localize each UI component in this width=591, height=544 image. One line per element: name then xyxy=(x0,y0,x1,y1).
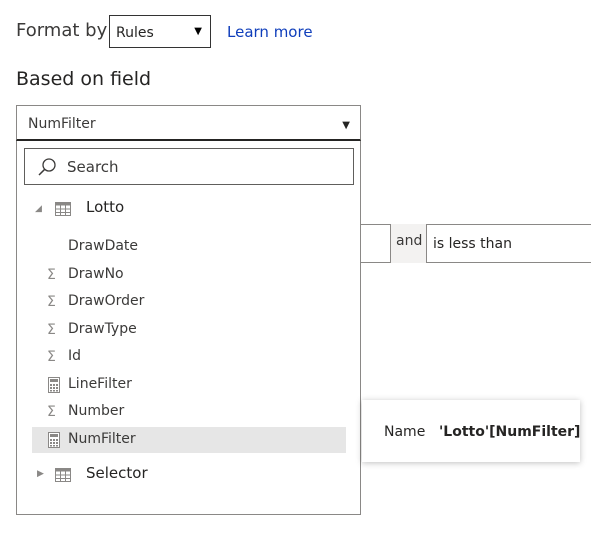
sigma-icon: Σ xyxy=(47,322,56,338)
search-input[interactable] xyxy=(67,156,337,178)
table-icon xyxy=(55,202,71,216)
field-item-id[interactable]: Σ Id xyxy=(32,344,346,370)
field-select[interactable]: NumFilter ▼ xyxy=(16,105,361,141)
calculator-icon xyxy=(48,432,60,448)
field-item-label: NumFilter xyxy=(68,431,136,447)
sigma-icon: Σ xyxy=(47,404,56,420)
rule-condition-value: is less than xyxy=(433,236,512,252)
based-on-field-title: Based on field xyxy=(16,68,152,90)
field-item-label: Number xyxy=(68,403,125,419)
format-by-select[interactable]: Rules ▼ xyxy=(109,15,211,48)
format-by-label: Format by xyxy=(16,20,108,41)
field-item-numfilter[interactable]: NumFilter xyxy=(32,427,346,453)
field-item-label: DrawDate xyxy=(68,238,139,254)
rule-condition-select[interactable]: is less than xyxy=(426,224,591,263)
field-item-linefilter[interactable]: LineFilter xyxy=(32,372,346,398)
field-item-label: DrawNo xyxy=(68,266,124,282)
field-item-label: DrawType xyxy=(68,321,137,337)
search-icon xyxy=(38,158,56,176)
field-item-number[interactable]: Σ Number xyxy=(32,399,346,425)
sigma-icon: Σ xyxy=(47,267,56,283)
tooltip-value: 'Lotto'[NumFilter] xyxy=(439,424,581,440)
sigma-icon: Σ xyxy=(47,294,56,310)
tooltip-key: Name xyxy=(384,424,426,440)
field-item-label: Id xyxy=(68,348,82,364)
field-item-drawno[interactable]: Σ DrawNo xyxy=(32,262,346,288)
calculator-icon xyxy=(48,377,60,393)
field-item-draworder[interactable]: Σ DrawOrder xyxy=(32,289,346,315)
learn-more-link[interactable]: Learn more xyxy=(227,23,313,41)
field-item-label: LineFilter xyxy=(68,376,132,392)
field-item-label: DrawOrder xyxy=(68,293,145,309)
field-tooltip: Name 'Lotto'[NumFilter] xyxy=(362,400,580,462)
group-label-lotto[interactable]: Lotto xyxy=(86,198,124,216)
and-label: and xyxy=(396,233,423,249)
field-select-value: NumFilter xyxy=(28,116,96,132)
expand-caret-icon[interactable]: ▶ xyxy=(37,469,44,479)
sigma-icon: Σ xyxy=(47,349,56,365)
group-label-selector[interactable]: Selector xyxy=(86,464,148,482)
format-by-value: Rules xyxy=(116,25,154,41)
collapse-caret-icon[interactable]: ◢ xyxy=(35,204,42,214)
caret-down-icon: ▼ xyxy=(194,26,202,37)
field-item-drawdate[interactable]: DrawDate xyxy=(32,234,346,260)
field-item-drawtype[interactable]: Σ DrawType xyxy=(32,317,346,343)
field-search-box[interactable] xyxy=(24,148,354,185)
caret-down-icon: ▼ xyxy=(342,120,350,131)
table-icon xyxy=(55,468,71,482)
